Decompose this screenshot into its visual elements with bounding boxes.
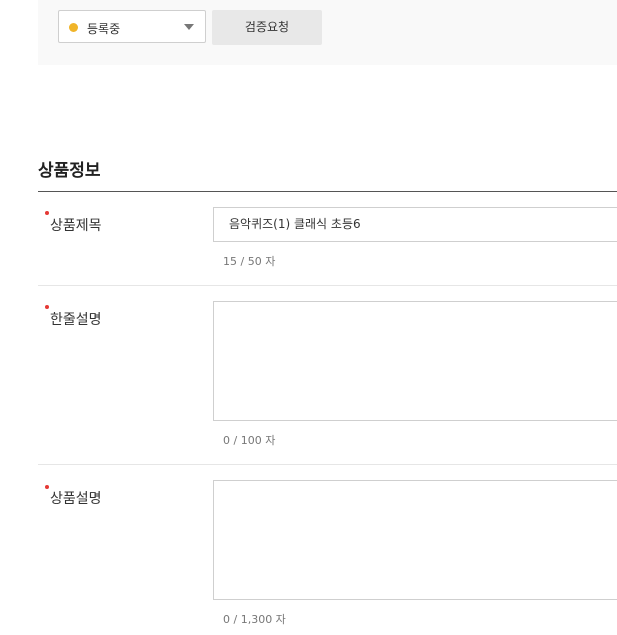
chevron-down-icon bbox=[184, 24, 194, 30]
summary-label: 한줄설명 bbox=[50, 312, 102, 328]
required-marker-icon bbox=[45, 211, 49, 215]
description-textarea[interactable] bbox=[213, 480, 617, 600]
required-marker-icon bbox=[45, 305, 49, 309]
section-title: 상품정보 bbox=[38, 161, 101, 181]
section-divider bbox=[38, 191, 617, 192]
status-dropdown[interactable]: 등록중 bbox=[58, 10, 206, 43]
status-dot-icon bbox=[69, 23, 78, 32]
status-panel: 등록중 검증요청 bbox=[38, 0, 617, 65]
required-marker-icon bbox=[45, 485, 49, 489]
status-dropdown-value: 등록중 bbox=[87, 22, 121, 36]
description-label: 상품설명 bbox=[50, 491, 102, 507]
title-char-counter: 15 / 50 자 bbox=[223, 255, 276, 268]
title-label: 상품제목 bbox=[50, 218, 102, 234]
title-input[interactable]: 음악퀴즈(1) 클래식 초등6 bbox=[213, 207, 617, 242]
description-char-counter: 0 / 1,300 자 bbox=[223, 613, 286, 626]
summary-char-counter: 0 / 100 자 bbox=[223, 434, 276, 447]
summary-textarea[interactable] bbox=[213, 301, 617, 421]
row-divider bbox=[38, 464, 617, 465]
row-divider bbox=[38, 285, 617, 286]
verify-request-button[interactable]: 검증요청 bbox=[212, 10, 322, 45]
